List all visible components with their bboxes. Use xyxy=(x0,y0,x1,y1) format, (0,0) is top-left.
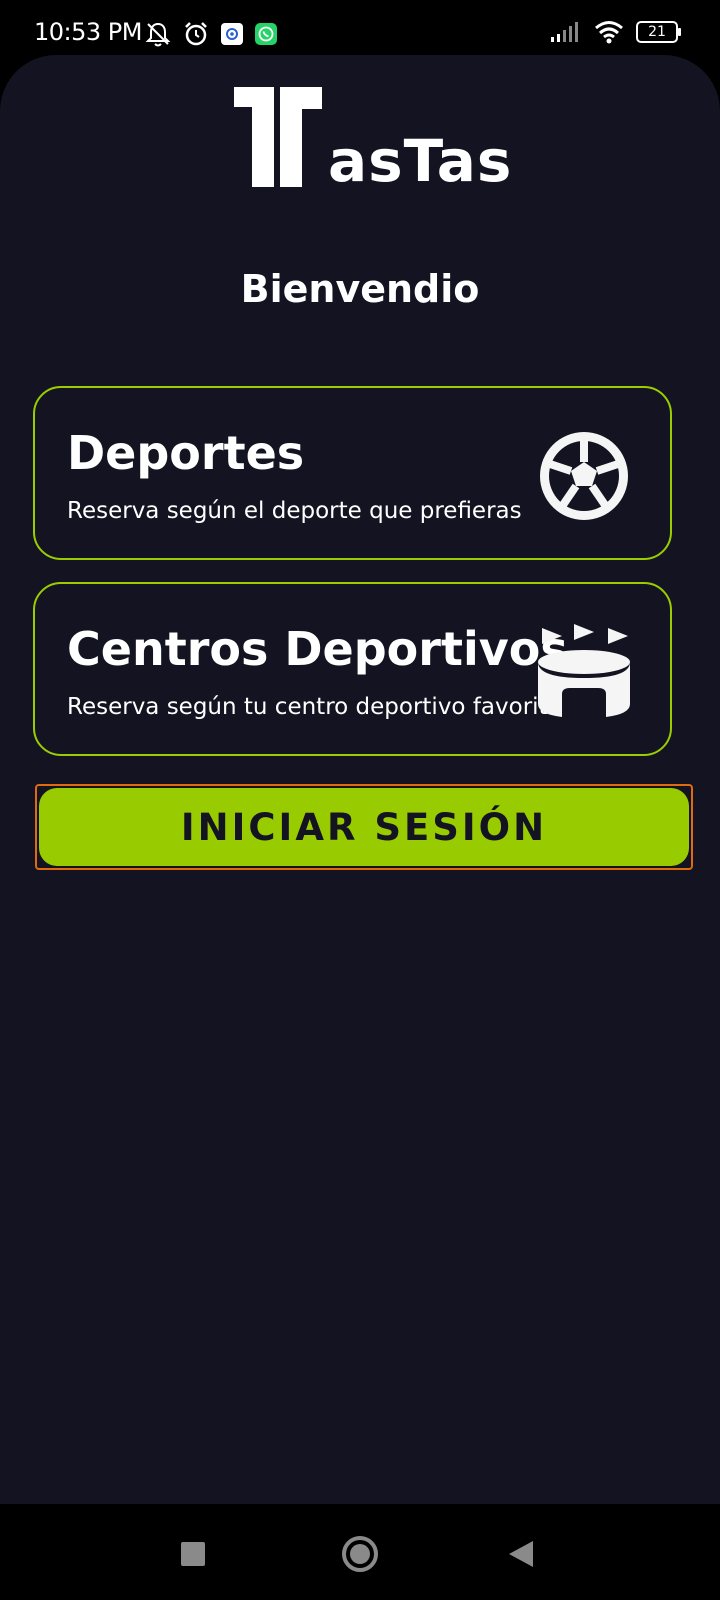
sports-centers-card[interactable]: Centros Deportivos Reserva según tu cent… xyxy=(33,582,672,756)
sports-centers-card-title: Centros Deportivos xyxy=(67,622,568,676)
signal-icon xyxy=(551,22,578,42)
logo-mark-icon xyxy=(234,87,322,187)
home-icon xyxy=(342,1536,378,1572)
status-time: 10:53 PM xyxy=(34,18,142,46)
app-notification-icon xyxy=(221,23,243,45)
app-screen: asTas Bienvendio Deportes Reserva según … xyxy=(0,55,720,1504)
login-button-label: INICIAR SESIÓN xyxy=(180,805,548,849)
status-icons-left xyxy=(144,20,278,48)
status-icons-right: 21 xyxy=(550,20,681,44)
battery-icon: 21 xyxy=(636,21,681,43)
wifi-icon xyxy=(595,21,623,44)
login-button-body: INICIAR SESIÓN xyxy=(39,788,689,866)
recents-icon xyxy=(181,1542,205,1566)
logo: asTas xyxy=(232,87,511,195)
navigation-bar xyxy=(0,1504,720,1600)
recents-button[interactable] xyxy=(171,1532,215,1576)
mute-bell-icon xyxy=(145,22,171,47)
soccer-ball-icon xyxy=(540,432,628,520)
welcome-heading: Bienvendio xyxy=(240,267,480,311)
back-icon xyxy=(509,1541,533,1567)
sports-card[interactable]: Deportes Reserva según el deporte que pr… xyxy=(33,386,672,560)
sports-centers-card-subtitle: Reserva según tu centro deportivo favori… xyxy=(67,694,562,720)
logo-text: asTas xyxy=(328,127,513,195)
whatsapp-icon xyxy=(255,23,277,45)
login-button[interactable]: INICIAR SESIÓN xyxy=(35,784,693,870)
sports-card-subtitle: Reserva según el deporte que prefieras xyxy=(67,498,522,524)
stadium-icon xyxy=(538,624,630,717)
battery-level: 21 xyxy=(648,24,666,40)
back-button[interactable] xyxy=(499,1532,543,1576)
sports-card-title: Deportes xyxy=(67,426,305,480)
alarm-icon xyxy=(185,22,207,46)
status-bar: 10:53 PM 21 xyxy=(0,0,720,56)
home-button[interactable] xyxy=(338,1532,382,1576)
